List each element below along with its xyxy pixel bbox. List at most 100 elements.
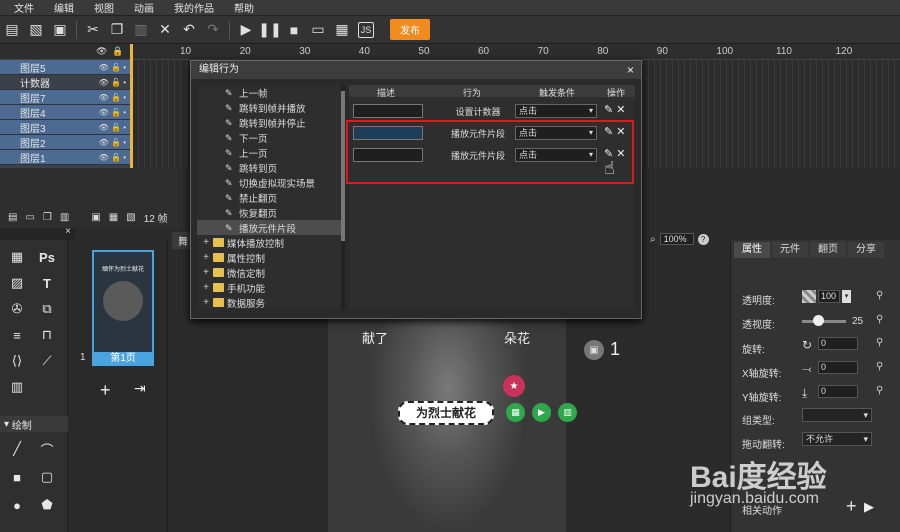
zoom-icon[interactable]: ⌕	[650, 234, 656, 245]
text-icon[interactable]: T	[36, 274, 58, 292]
tree-item[interactable]: ✎ 跳转到帧并停止	[197, 115, 345, 130]
play-action-icon[interactable]: ▶	[864, 499, 874, 515]
layer-visibility-icon[interactable]: 👁 🔓 •	[99, 78, 126, 87]
paste-icon[interactable]: ▥	[133, 21, 149, 38]
clip-icon-1[interactable]: ▦	[506, 403, 525, 422]
tree-item[interactable]: ✎ 禁止翻页	[197, 190, 345, 205]
layer-row[interactable]: 图层2 👁 🔓 •	[0, 135, 132, 150]
tree-item[interactable]: + 微信定制	[197, 265, 345, 280]
slideshow-icon[interactable]: ⧉	[36, 300, 58, 318]
copy-icon[interactable]: ❐	[109, 21, 125, 38]
delete-icon[interactable]: ✕	[157, 21, 173, 38]
link-icon[interactable]: ⚲	[876, 385, 883, 396]
pentagon-icon[interactable]: ⬟	[36, 496, 58, 514]
trash-icon[interactable]: ▥	[60, 212, 69, 223]
remove-frame-icon[interactable]: ▧	[126, 212, 135, 223]
flower-icon[interactable]: ★	[503, 375, 525, 397]
page-thumbnail[interactable]: 缅怀为烈士献花	[92, 250, 154, 366]
keyframe-icon[interactable]: ▦	[109, 212, 118, 223]
layer-visibility-icon[interactable]: 👁 🔓 •	[99, 93, 126, 102]
open-file-icon[interactable]: ▧	[28, 21, 44, 38]
layer-row[interactable]: 图层3 👁 🔓 •	[0, 120, 132, 135]
frame-icon[interactable]: ▣	[91, 212, 100, 223]
layer-visibility-icon[interactable]: 👁 🔓 •	[99, 138, 126, 147]
layer-visibility-icon[interactable]: 👁 🔓 •	[99, 153, 126, 162]
tree-item[interactable]: ✎ 跳转到页	[197, 160, 345, 175]
pause-icon[interactable]: ❚❚	[258, 21, 281, 38]
cut-icon[interactable]: ✂	[85, 21, 101, 38]
dialog-close-icon[interactable]: ×	[627, 63, 634, 77]
redo-icon[interactable]: ↷	[205, 21, 221, 38]
film-icon[interactable]: ✇	[6, 300, 28, 318]
clip-icon-2[interactable]: ▶	[532, 403, 551, 422]
menu-item[interactable]: 视图	[94, 0, 114, 15]
layer-visibility-icon[interactable]: 👁 🔓 •	[99, 108, 126, 117]
menu-item[interactable]: 我的作品	[174, 0, 214, 15]
tab-property[interactable]: 元件	[772, 242, 808, 258]
rotate-field[interactable]: 0	[818, 337, 858, 350]
tree-item[interactable]: ✎ 跳转到帧并播放	[197, 100, 345, 115]
tree-item[interactable]: ✎ 上一帧	[197, 85, 345, 100]
image-icon[interactable]: ▨	[6, 274, 28, 292]
color-swatch[interactable]	[802, 290, 816, 303]
rounded-rect-icon[interactable]: ▢	[36, 468, 58, 486]
presentation-icon[interactable]: ⊓	[36, 326, 58, 344]
menu-item[interactable]: 动画	[134, 0, 154, 15]
xrot-field[interactable]: 0	[818, 361, 858, 374]
barcode-icon[interactable]: ▥	[6, 378, 28, 396]
layer-row[interactable]: 计数器 👁 🔓 •	[0, 75, 132, 90]
line-icon[interactable]: ╱	[6, 440, 28, 458]
undo-icon[interactable]: ↶	[181, 21, 197, 38]
draw-section-header[interactable]: ▾ 绘制	[0, 416, 68, 432]
transparency-slider-handle[interactable]	[813, 315, 824, 326]
description-input[interactable]	[353, 104, 423, 118]
link-icon[interactable]: ⚲	[876, 290, 883, 301]
close-icon[interactable]: ×	[65, 226, 71, 237]
add-action-icon[interactable]: +	[846, 496, 857, 517]
expand-icon[interactable]: +	[201, 267, 211, 278]
tree-item[interactable]: ✎ 切换虚拟现实场景	[197, 175, 345, 190]
lock-icon[interactable]: 🔒	[112, 46, 123, 57]
delete-icon[interactable]: ✕	[616, 104, 625, 116]
preview-icon[interactable]: ▭	[310, 21, 326, 38]
expand-icon[interactable]: +	[201, 252, 211, 263]
link-icon[interactable]: ⚲	[876, 337, 883, 348]
trigger-select[interactable]: 点击 ▾	[515, 104, 597, 118]
playhead[interactable]	[130, 44, 133, 168]
expand-icon[interactable]: +	[201, 282, 211, 293]
import-page-icon[interactable]: ⇥	[134, 380, 146, 397]
add-page-icon[interactable]: +	[100, 380, 111, 401]
tab-property[interactable]: 属性	[734, 242, 770, 258]
transparency-slider[interactable]	[802, 320, 846, 323]
layer-visibility-icon[interactable]: 👁 🔓 •	[99, 63, 126, 72]
save-icon[interactable]: ▣	[52, 21, 68, 38]
expand-icon[interactable]: +	[201, 297, 211, 308]
zoom-select[interactable]: 100%	[659, 233, 694, 245]
ps-icon[interactable]: Ps	[36, 248, 58, 266]
new-file-icon[interactable]: ▤	[4, 21, 20, 38]
group-select[interactable]: ▾	[802, 408, 872, 422]
opacity-dropdown-icon[interactable]: ▾	[842, 290, 851, 303]
layer-row[interactable]: 图层1 👁 🔓 •	[0, 150, 132, 165]
tree-item[interactable]: + 媒体播放控制	[197, 235, 345, 250]
link-icon[interactable]: ⚲	[876, 361, 883, 372]
menu-item[interactable]: 编辑	[54, 0, 74, 15]
offer-flower-button[interactable]: 为烈士献花	[398, 401, 494, 425]
menu-item[interactable]: 文件	[14, 0, 34, 15]
layer-visibility-icon[interactable]: 👁 🔓 •	[99, 123, 126, 132]
help-icon[interactable]: ?	[697, 233, 709, 245]
layer-row[interactable]: 图层5 👁 🔓 •	[0, 60, 132, 75]
tree-scrollbar-thumb[interactable]	[341, 91, 345, 241]
yrot-field[interactable]: 0	[818, 385, 858, 398]
layer-row[interactable]: 图层4 👁 🔓 •	[0, 105, 132, 120]
copy-layer-icon[interactable]: ❐	[43, 212, 52, 223]
tree-item[interactable]: ✎ 上一页	[197, 145, 345, 160]
align-icon[interactable]: ≡	[6, 326, 28, 344]
qrcode-icon[interactable]: ▦	[334, 21, 350, 38]
tab-property[interactable]: 分享	[848, 242, 884, 258]
curve-icon[interactable]: ⌒	[36, 440, 58, 458]
rectangle-icon[interactable]: ■	[6, 468, 28, 486]
link-icon[interactable]: ⚲	[876, 314, 883, 325]
tree-item[interactable]: + 属性控制	[197, 250, 345, 265]
tree-item[interactable]: + 手机功能	[197, 280, 345, 295]
